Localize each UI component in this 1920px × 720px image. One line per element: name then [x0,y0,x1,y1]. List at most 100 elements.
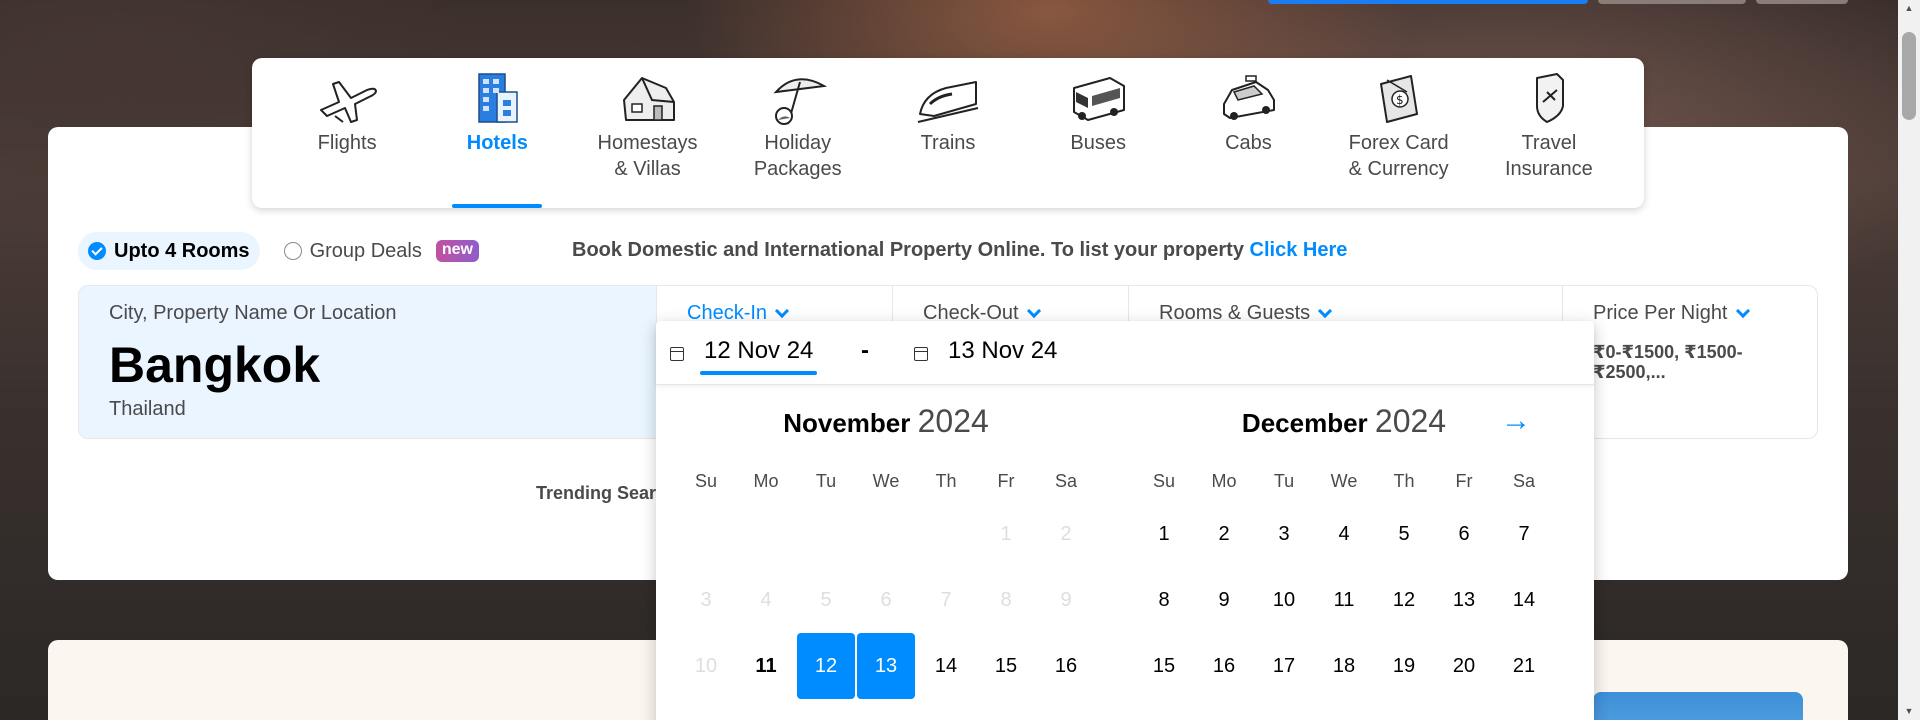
tab-label: Homestays & Villas [597,132,698,180]
tab-label: Trains [920,132,976,154]
weekday-label: We [1330,471,1358,491]
weekday-label: Tu [815,471,837,491]
calendar-day[interactable]: 17 [1255,633,1313,699]
calendar-day[interactable]: 14 [1495,567,1553,633]
city-field[interactable]: City, Property Name Or Location Bangkok … [79,286,657,438]
tab-buses[interactable]: Buses [1033,58,1163,208]
insurance-shield-icon [1517,70,1581,126]
airplane-icon [315,70,379,126]
calendar-day[interactable]: 3 [1255,501,1313,567]
calendar-day[interactable]: 20 [1435,633,1493,699]
calendar-day[interactable]: 6 [1435,501,1493,567]
calendar-week: 8 9 10 11 12 13 14 [1134,567,1554,633]
offer-image [1593,692,1803,720]
calendar-week: 1234567 [1134,501,1554,567]
tab-label: Buses [1070,132,1126,154]
calendar-day[interactable]: 18 [1315,633,1373,699]
calendar-day[interactable]: 11 [1315,567,1373,633]
scroll-up-arrow-icon[interactable]: ▲ [1898,0,1920,17]
calendar-day[interactable]: 14 [917,633,975,699]
scroll-down-arrow-icon[interactable]: ▼ [1898,703,1920,720]
calendar-day[interactable]: 15 [977,633,1035,699]
weekday-label: Th [935,471,957,491]
calendar-day[interactable]: 16 [1037,633,1095,699]
calendar-day[interactable]: 13 [1435,567,1493,633]
calendar-day: 10 [694,654,718,677]
date-separator: - [861,337,869,364]
city-field-label: City, Property Name Or Location [109,302,397,324]
page-scrollbar[interactable]: ▲ ▼ [1898,0,1920,720]
calendar-day-selected[interactable]: 13 [857,633,915,699]
calendar-day[interactable]: 5 [1375,501,1433,567]
tab-label: Forex Card & Currency [1348,132,1449,180]
weekday-label: Mo [753,471,779,491]
chevron-down-icon [1735,303,1750,318]
tab-cabs[interactable]: Cabs [1183,58,1313,208]
list-property-link[interactable]: Click Here [1250,239,1348,261]
header-button-edge[interactable] [1598,0,1746,4]
calendar-day[interactable]: 9 [1195,567,1253,633]
calendar-day-selected[interactable]: 12 [797,633,855,699]
weekday-label: Fr [1455,471,1473,491]
checkout-date-input[interactable]: 13 Nov 24 [914,337,1057,371]
calendar-week: 12 [676,501,1096,567]
calendar-day[interactable]: 2 [1195,501,1253,567]
calendar-day[interactable]: 1 [1135,501,1193,567]
tab-flights[interactable]: Flights [282,58,412,208]
country-value: Thailand [109,398,186,420]
tab-label: Travel Insurance [1504,132,1593,180]
tab-forex-card[interactable]: $ Forex Card & Currency [1334,58,1464,208]
weekday-label: Su [1152,471,1176,491]
upto-4-rooms-option[interactable]: Upto 4 Rooms [78,232,260,270]
tab-travel[interactable]: Travel Insurance [1484,58,1614,208]
header-button-edge-2[interactable] [1756,0,1848,4]
weekday-label: Su [694,471,718,491]
calendar-day: 3 [700,588,712,611]
date-picker: 12 Nov 24 - 13 Nov 24 → November 2024 Su M… [656,321,1594,720]
calendar-day: 9 [1060,588,1072,611]
tab-trains[interactable]: Trains [883,58,1013,208]
group-deals-option[interactable]: Group Deals new [283,240,479,263]
tab-hotels[interactable]: Hotels [432,58,562,208]
calendar-day[interactable]: 10 [1255,567,1313,633]
calendar-day[interactable]: 12 [1375,567,1433,633]
tab-homestays[interactable]: Homestays & Villas [583,58,713,208]
house-icon [616,70,680,126]
checkin-date-input[interactable]: 12 Nov 24 [670,337,818,375]
price-field[interactable]: Price Per Night ₹0-₹1500, ₹1500-₹2500,..… [1563,286,1817,438]
calendar-day[interactable]: 19 [1375,633,1433,699]
city-value: Bangkok [109,337,321,393]
tab-holiday[interactable]: Holiday Packages [733,58,863,208]
svg-text:$: $ [1396,93,1404,107]
calendar-month: November 2024 Su Mo Tu We Th Fr Sa 1 2 3 4 5 6 7 8 9 10 11… [676,403,1096,699]
checkin-date-value: 12 Nov 24 [699,337,818,375]
calendar-day[interactable]: 15 [1135,633,1193,699]
calendar-day[interactable]: 4 [1315,501,1373,567]
month-title: November 2024 [676,403,1096,443]
calendar-day: 7 [940,588,952,611]
month-year: 2024 [917,403,989,439]
weekday-label: Sa [1054,471,1078,491]
calendar-day: 5 [820,588,832,611]
calendar-day[interactable]: 21 [1495,633,1553,699]
checked-radio-icon [88,242,106,260]
calendar-week: 15 16 17 18 19 20 21 [1134,633,1554,699]
calendar-day[interactable]: 16 [1195,633,1253,699]
calendar-day: 4 [760,588,772,611]
product-nav: Flights Hotels Homestays & Villas Holiday P… [252,58,1644,208]
price-label-text: Price Per Night [1593,302,1728,324]
calendar-day[interactable]: 7 [1495,501,1553,567]
chevron-down-icon [1026,303,1041,318]
promo-text: Book Domestic and International Property… [572,239,1347,262]
calendar-icon [914,347,928,361]
calendar-day[interactable]: 11 [737,633,795,699]
hotel-building-icon [465,70,529,126]
scrollbar-thumb[interactable] [1902,32,1916,120]
price-label: Price Per Night [1593,302,1750,325]
calendar-day[interactable]: 8 [1135,567,1193,633]
login-button-edge[interactable] [1268,0,1588,4]
car-icon [1216,70,1280,126]
weekday-label: Fr [997,471,1015,491]
room-options-row: Upto 4 Rooms Group Deals new [78,232,479,270]
weekday-label: We [872,471,900,491]
